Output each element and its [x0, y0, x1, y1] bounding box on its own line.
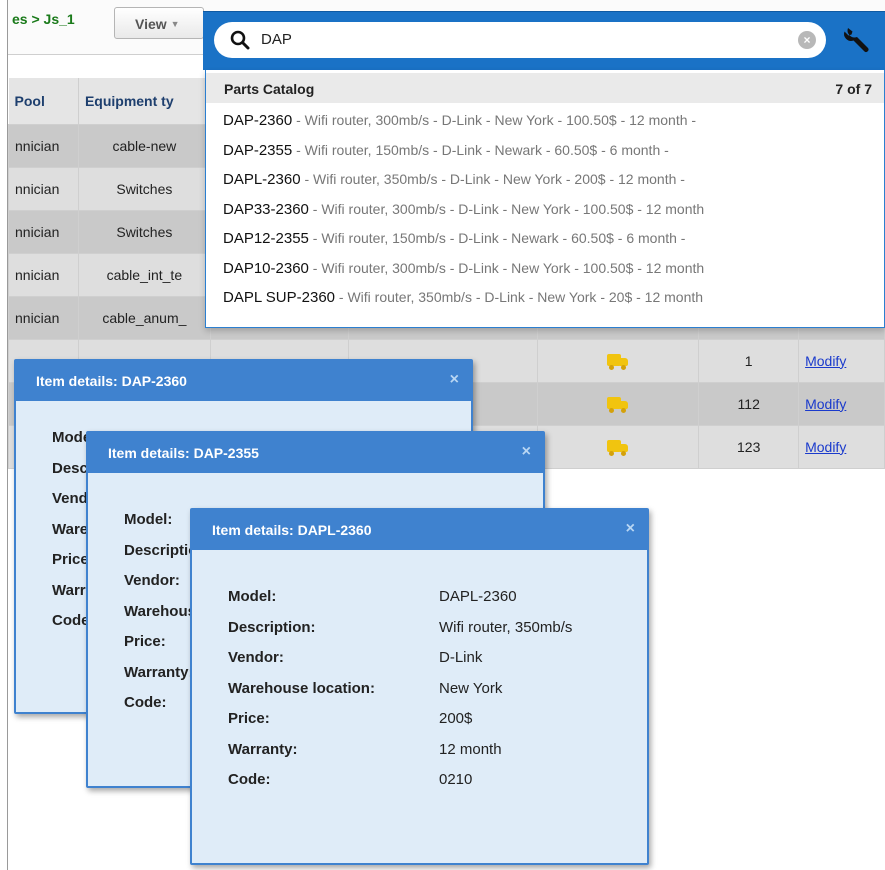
- chevron-down-icon: ▼: [170, 19, 180, 29]
- result-model: DAP33-2360: [223, 200, 309, 218]
- field-label: Warranty:: [228, 740, 298, 758]
- cell-pool: nnician: [8, 166, 79, 211]
- cell-equipment: cable-new: [77, 123, 211, 168]
- field-value: Wifi router, 350mb/s: [439, 618, 573, 636]
- dialog-header[interactable]: Item details: DAPL-2360 ×: [192, 510, 647, 550]
- cell-quantity: 112: [698, 381, 800, 426]
- result-item[interactable]: DAP10-2360 - Wifi router, 300mb/s - D-Li…: [206, 254, 884, 284]
- breadcrumb-separator: >: [27, 11, 44, 27]
- cell-shipping[interactable]: [536, 424, 700, 469]
- result-details: - Wifi router, 150mb/s - D-Link - Newark…: [308, 230, 686, 246]
- result-item[interactable]: DAP-2360 - Wifi router, 300mb/s - D-Link…: [206, 106, 884, 136]
- field-label: Vendor:: [228, 649, 284, 666]
- dialog-title: Item details: DAP-2355: [108, 445, 259, 461]
- dialog-fields: Model: DAPL-2360 Description: Wifi router,…: [228, 588, 572, 802]
- result-item[interactable]: DAPL SUP-2360 - Wifi router, 350mb/s - D…: [206, 283, 884, 313]
- field-row: Warranty: 12 month: [228, 741, 572, 772]
- cell-quantity: 1: [698, 338, 800, 383]
- search-input[interactable]: DAP ×: [214, 22, 826, 58]
- cell-equipment: Switches: [77, 209, 211, 254]
- result-details: - Wifi router, 150mb/s - D-Link - Newark…: [292, 141, 669, 158]
- cell-pool: nnician: [8, 295, 79, 340]
- modify-link[interactable]: Modify: [798, 424, 885, 469]
- result-model: DAP12-2355: [223, 230, 309, 247]
- field-row: Price: 200$: [228, 710, 572, 741]
- results-header: Parts Catalog 7 of 7: [206, 73, 884, 103]
- result-details: - Wifi router, 350mb/s - D-Link - New Yo…: [300, 171, 685, 187]
- search-bar: DAP ×: [203, 11, 885, 70]
- dialog-header[interactable]: Item details: DAP-2360 ×: [16, 361, 471, 401]
- field-row: Vendor: D-Link: [228, 649, 572, 680]
- result-details: - Wifi router, 350mb/s - D-Link - New Yo…: [335, 289, 704, 305]
- truck-icon[interactable]: [607, 353, 629, 370]
- field-value: 12 month: [439, 740, 502, 758]
- cell-shipping[interactable]: [536, 381, 700, 426]
- item-details-dialog[interactable]: Item details: DAPL-2360 × Model: DAPL-236…: [190, 508, 649, 865]
- view-dropdown-button[interactable]: View ▼: [114, 7, 204, 39]
- search-query[interactable]: DAP: [261, 31, 292, 48]
- truck-icon[interactable]: [607, 396, 629, 413]
- cell-pool: nnician: [8, 123, 79, 168]
- search-results-dropdown: Parts Catalog 7 of 7 DAP-2360 - Wifi rou…: [205, 70, 885, 328]
- results-list: DAP-2360 - Wifi router, 300mb/s - D-Link…: [206, 106, 884, 313]
- field-label: Description:: [228, 618, 316, 636]
- cell-pool: nnician: [8, 209, 79, 254]
- breadcrumb-current[interactable]: Js_1: [44, 11, 75, 27]
- breadcrumb: es > Js_1: [12, 11, 75, 27]
- cell-equipment: Switches: [77, 166, 211, 211]
- field-label: Code:: [228, 771, 271, 788]
- dialog-title: Item details: DAP-2360: [36, 373, 187, 389]
- field-row: Model: DAPL-2360: [228, 588, 572, 619]
- field-value: DAPL-2360: [439, 588, 517, 605]
- result-item[interactable]: DAPL-2360 - Wifi router, 350mb/s - D-Lin…: [206, 165, 884, 195]
- clear-icon[interactable]: ×: [798, 31, 816, 49]
- wrench-icon[interactable]: [839, 22, 875, 58]
- results-title: Parts Catalog: [224, 81, 315, 97]
- results-count: 7 of 7: [835, 81, 872, 97]
- result-model: DAP-2355: [223, 141, 293, 159]
- close-icon[interactable]: ×: [522, 444, 531, 460]
- modify-link[interactable]: Modify: [798, 338, 885, 383]
- search-icon: [230, 30, 250, 50]
- view-label: View: [135, 16, 167, 32]
- field-row: Description: Wifi router, 350mb/s: [228, 619, 572, 650]
- field-row: Code: 0210: [228, 771, 572, 802]
- field-value: D-Link: [439, 649, 483, 666]
- result-item[interactable]: DAP33-2360 - Wifi router, 300mb/s - D-Li…: [206, 195, 884, 225]
- result-details: - Wifi router, 300mb/s - D-Link - New Yo…: [308, 259, 705, 276]
- result-model: DAPL-2360: [223, 171, 301, 188]
- dialog-title: Item details: DAPL-2360: [212, 522, 372, 538]
- modify-link[interactable]: Modify: [798, 381, 885, 426]
- column-header-equipment-type[interactable]: Equipment ty: [78, 78, 211, 125]
- close-icon[interactable]: ×: [450, 372, 459, 388]
- result-item[interactable]: DAP12-2355 - Wifi router, 150mb/s - D-Li…: [206, 224, 884, 254]
- field-row: Warehouse location: New York: [228, 680, 572, 711]
- truck-icon[interactable]: [607, 439, 629, 456]
- cell-quantity: 123: [698, 424, 800, 469]
- cell-shipping[interactable]: [536, 338, 700, 383]
- result-details: - Wifi router, 300mb/s - D-Link - New Yo…: [292, 112, 697, 128]
- result-model: DAPL SUP-2360: [223, 289, 336, 306]
- result-details: - Wifi router, 300mb/s - D-Link - New Yo…: [308, 200, 705, 217]
- field-label: Warehouse location:: [228, 679, 375, 697]
- result-model: DAP10-2360: [223, 259, 309, 277]
- field-value: New York: [439, 679, 503, 697]
- column-header-pool[interactable]: Pool: [8, 78, 79, 125]
- field-label: Price:: [228, 710, 270, 727]
- cell-pool: nnician: [8, 252, 79, 297]
- field-value: 0210: [439, 771, 473, 788]
- breadcrumb-prev[interactable]: es: [12, 11, 28, 27]
- result-model: DAP-2360: [223, 112, 293, 129]
- cell-equipment: cable_int_te: [77, 252, 211, 297]
- close-icon[interactable]: ×: [626, 521, 635, 537]
- dialog-header[interactable]: Item details: DAP-2355 ×: [88, 433, 543, 473]
- field-value: 200$: [439, 710, 473, 727]
- cell-equipment: cable_anum_: [77, 295, 211, 340]
- result-item[interactable]: DAP-2355 - Wifi router, 150mb/s - D-Link…: [206, 136, 884, 166]
- field-label: Model:: [228, 588, 277, 605]
